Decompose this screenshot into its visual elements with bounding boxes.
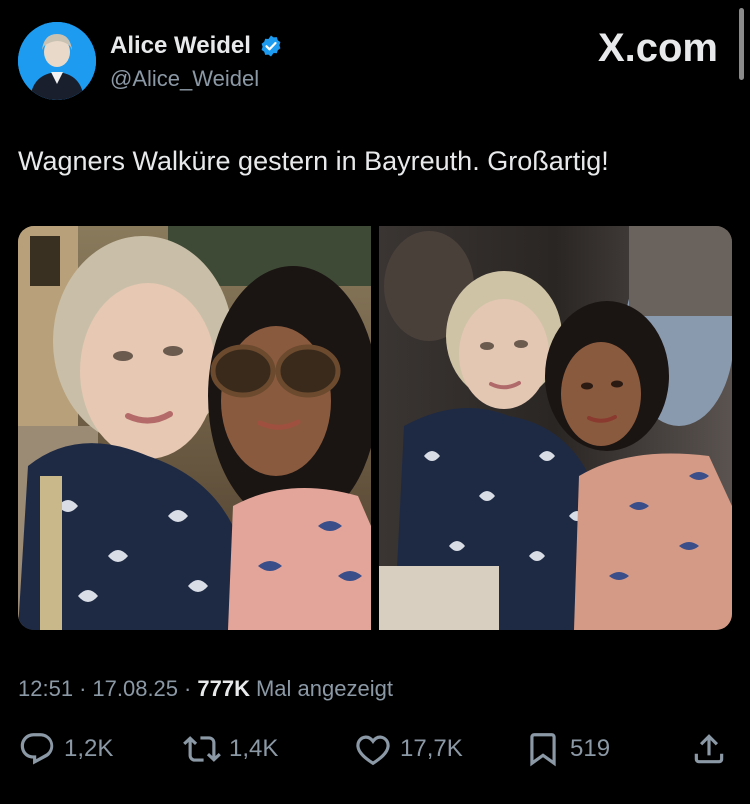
- author-name-row: Alice Weidel: [110, 32, 283, 60]
- author-display-name[interactable]: Alice Weidel: [110, 32, 251, 60]
- avatar-photo: [18, 22, 96, 100]
- repost-count: 1,4K: [229, 735, 279, 762]
- like-button[interactable]: 17,7K: [354, 730, 463, 768]
- author-avatar[interactable]: [18, 22, 96, 100]
- selfie-photo-outdoor[interactable]: [18, 226, 371, 630]
- photo-indoor-event[interactable]: [379, 226, 732, 630]
- bookmark-icon: [530, 733, 556, 767]
- tweet-actions: 1,2K 1,4K 17,7K 519: [18, 730, 728, 778]
- bookmark-button[interactable]: 519: [524, 730, 610, 768]
- like-count: 17,7K: [400, 735, 463, 762]
- tweet-date[interactable]: 17.08.25: [92, 676, 178, 702]
- reply-count: 1,2K: [64, 735, 114, 762]
- heart-icon: [356, 735, 390, 766]
- tweet-meta: 12:51 · 17.08.25 · 777K Mal angezeigt: [18, 676, 393, 702]
- brand-logo: X.com: [597, 26, 718, 70]
- bookmark-count: 519: [570, 735, 611, 762]
- meta-separator: ·: [184, 676, 192, 701]
- meta-separator: ·: [79, 676, 87, 701]
- reply-icon: [20, 733, 54, 765]
- tweet-text: Wagners Walküre gestern in Bayreuth. Gro…: [18, 146, 609, 176]
- views-label: Mal angezeigt: [255, 676, 393, 701]
- share-icon: [694, 734, 724, 764]
- scrollbar[interactable]: [739, 8, 744, 80]
- views-count[interactable]: 777K: [197, 676, 250, 702]
- tweet-time[interactable]: 12:51: [18, 676, 73, 702]
- tweet-media: [18, 226, 732, 630]
- verified-badge-icon[interactable]: [259, 34, 283, 58]
- repost-button[interactable]: 1,4K: [183, 730, 278, 768]
- author-handle[interactable]: @Alice_Weidel: [110, 66, 259, 92]
- share-button[interactable]: [690, 730, 728, 768]
- repost-icon: [183, 736, 221, 762]
- reply-button[interactable]: 1,2K: [18, 730, 113, 768]
- tweet-header: Alice Weidel @Alice_Weidel X.com: [18, 22, 718, 102]
